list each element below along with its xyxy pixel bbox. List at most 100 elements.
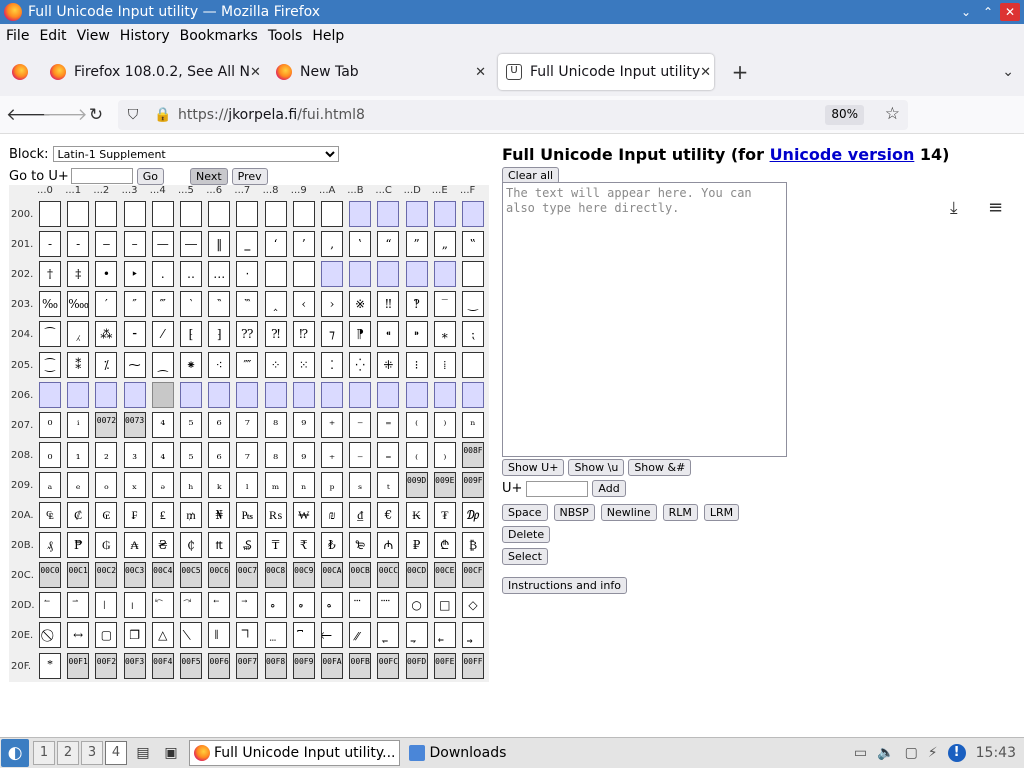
char-cell[interactable]: ₗ bbox=[236, 471, 259, 498]
char-cell[interactable]: ⁜ bbox=[377, 351, 400, 378]
unassigned-char-cell[interactable] bbox=[405, 381, 428, 408]
char-cell[interactable]: ₔ bbox=[151, 471, 174, 498]
menu-tools[interactable]: Tools bbox=[268, 28, 303, 44]
char-cell[interactable]: ⃜ bbox=[377, 592, 400, 619]
char-cell[interactable]: ⁻ bbox=[349, 411, 372, 438]
char-cell[interactable]: ₺ bbox=[321, 532, 343, 559]
missing-glyph-cell[interactable]: 008F bbox=[462, 441, 484, 468]
char-cell[interactable]: ‷ bbox=[236, 291, 259, 318]
char-cell[interactable]: ⁺ bbox=[321, 411, 343, 438]
char-cell[interactable]: ⃘ bbox=[264, 592, 287, 619]
zoom-level-badge[interactable]: 80% bbox=[825, 105, 864, 125]
char-cell[interactable]: ₱ bbox=[67, 532, 90, 559]
char-cell[interactable]: ₠ bbox=[39, 502, 61, 528]
char-cell[interactable]: ⃮ bbox=[433, 622, 456, 649]
char-cell[interactable]: › bbox=[321, 291, 343, 318]
char-cell[interactable]: ⃖ bbox=[208, 592, 231, 619]
unassigned-char-cell[interactable] bbox=[462, 201, 484, 227]
missing-glyph-cell[interactable]: 00C8 bbox=[264, 562, 287, 589]
url-bar[interactable]: ⛉ 🔒 https://jkorpela.fi/fui.html8 80% ☆ bbox=[118, 100, 908, 130]
char-cell[interactable]: ‘ bbox=[264, 231, 287, 258]
char-cell[interactable]: ⃒ bbox=[95, 592, 118, 619]
empty-char-cell[interactable] bbox=[67, 201, 90, 227]
file-manager-icon[interactable]: ▤ bbox=[133, 743, 153, 763]
char-cell[interactable]: ₼ bbox=[377, 532, 400, 559]
char-cell[interactable]: ₊ bbox=[321, 441, 343, 468]
unassigned-char-cell[interactable] bbox=[321, 261, 343, 288]
char-cell[interactable]: ₾ bbox=[433, 532, 456, 559]
close-tab-icon[interactable]: ✕ bbox=[475, 65, 486, 80]
missing-glyph-cell[interactable]: 0072 bbox=[95, 411, 118, 438]
char-cell[interactable]: ₽ bbox=[405, 532, 428, 559]
char-cell[interactable]: ⁃ bbox=[123, 321, 146, 348]
char-cell[interactable]: ⁄ bbox=[151, 321, 174, 348]
missing-glyph-cell[interactable]: 00F4 bbox=[151, 652, 174, 679]
char-cell[interactable]: ⃑ bbox=[67, 592, 90, 619]
empty-char-cell[interactable] bbox=[462, 261, 484, 288]
workspace-4[interactable]: 4 bbox=[105, 741, 127, 765]
char-cell[interactable]: ⁾ bbox=[433, 411, 456, 438]
goto-codepoint-input[interactable] bbox=[70, 168, 133, 184]
missing-glyph-cell[interactable]: 00FB bbox=[349, 652, 372, 679]
missing-glyph-cell[interactable]: 00FE bbox=[433, 652, 456, 679]
missing-glyph-cell[interactable]: 00C9 bbox=[292, 562, 315, 589]
workspace-1[interactable]: 1 bbox=[33, 741, 55, 765]
unassigned-char-cell[interactable] bbox=[405, 201, 428, 227]
char-cell[interactable]: ₄ bbox=[151, 441, 174, 468]
char-cell[interactable]: ⃥ bbox=[180, 622, 202, 649]
char-cell[interactable]: ⃕ bbox=[180, 592, 202, 619]
missing-glyph-cell[interactable]: 00CC bbox=[377, 562, 400, 589]
volume-icon[interactable]: 🔈 bbox=[877, 745, 894, 761]
missing-glyph-cell[interactable]: 00C3 bbox=[123, 562, 146, 589]
char-cell[interactable]: ⃐ bbox=[39, 592, 61, 619]
char-cell[interactable]: ‧ bbox=[236, 261, 259, 288]
char-cell[interactable]: ₸ bbox=[264, 532, 287, 559]
char-cell[interactable]: ⁞ bbox=[433, 351, 456, 378]
char-cell[interactable]: ‾ bbox=[433, 291, 456, 318]
menu-edit[interactable]: Edit bbox=[39, 28, 66, 44]
char-cell[interactable]: ‼ bbox=[377, 291, 400, 318]
char-cell[interactable]: ₋ bbox=[349, 441, 372, 468]
go-button[interactable]: Go bbox=[136, 167, 165, 185]
char-cell[interactable]: ⁚ bbox=[321, 351, 343, 378]
close-window-button[interactable]: ✕ bbox=[1000, 3, 1020, 21]
char-cell[interactable]: ↔ bbox=[67, 622, 90, 649]
char-cell[interactable]: ― bbox=[180, 231, 202, 258]
missing-glyph-cell[interactable]: 00FD bbox=[405, 652, 428, 679]
instructions-button[interactable]: Instructions and info bbox=[502, 577, 627, 594]
missing-glyph-cell[interactable]: 00CE bbox=[433, 562, 456, 589]
char-cell[interactable]: ₚ bbox=[321, 471, 343, 498]
missing-glyph-cell[interactable]: 00F7 bbox=[236, 652, 259, 679]
char-cell[interactable]: ⁌ bbox=[377, 321, 400, 348]
char-cell[interactable]: ⁷ bbox=[236, 411, 259, 438]
char-cell[interactable]: ◇ bbox=[462, 592, 484, 619]
char-cell[interactable]: ⁀ bbox=[39, 321, 61, 348]
char-cell[interactable]: ₃ bbox=[123, 441, 146, 468]
missing-glyph-cell[interactable]: 0073 bbox=[123, 411, 146, 438]
char-cell[interactable]: ‥ bbox=[180, 261, 202, 288]
char-cell[interactable]: ⁒ bbox=[95, 351, 118, 378]
unassigned-char-cell[interactable] bbox=[433, 201, 456, 227]
close-tab-icon[interactable]: ✕ bbox=[700, 65, 711, 80]
char-cell[interactable]: ⁊ bbox=[321, 321, 343, 348]
delete-button[interactable]: Delete bbox=[502, 526, 551, 543]
char-cell[interactable]: ‵ bbox=[180, 291, 202, 318]
tab-unicode-utility[interactable]: U Full Unicode Input utility ✕ bbox=[498, 54, 714, 90]
char-cell[interactable]: ⁁ bbox=[67, 321, 90, 348]
char-cell[interactable]: ⁐ bbox=[39, 351, 61, 378]
char-cell[interactable]: ⁇ bbox=[236, 321, 259, 348]
char-cell[interactable]: ․ bbox=[151, 261, 174, 288]
char-cell[interactable]: ₩ bbox=[292, 502, 315, 528]
unassigned-char-cell[interactable] bbox=[377, 381, 400, 408]
empty-char-cell[interactable] bbox=[180, 201, 202, 227]
char-cell[interactable]: ‗ bbox=[236, 231, 259, 258]
workspace-2[interactable]: 2 bbox=[57, 741, 79, 765]
char-cell[interactable]: ₷ bbox=[236, 532, 259, 559]
char-cell[interactable]: △ bbox=[151, 622, 174, 649]
clipboard-icon[interactable]: ▢ bbox=[905, 745, 918, 761]
missing-glyph-cell[interactable]: 00C6 bbox=[208, 562, 231, 589]
char-cell[interactable]: ₵ bbox=[180, 532, 202, 559]
char-cell[interactable]: ₢ bbox=[95, 502, 118, 528]
char-cell[interactable]: ⁆ bbox=[208, 321, 231, 348]
add-button[interactable]: Add bbox=[592, 480, 626, 497]
